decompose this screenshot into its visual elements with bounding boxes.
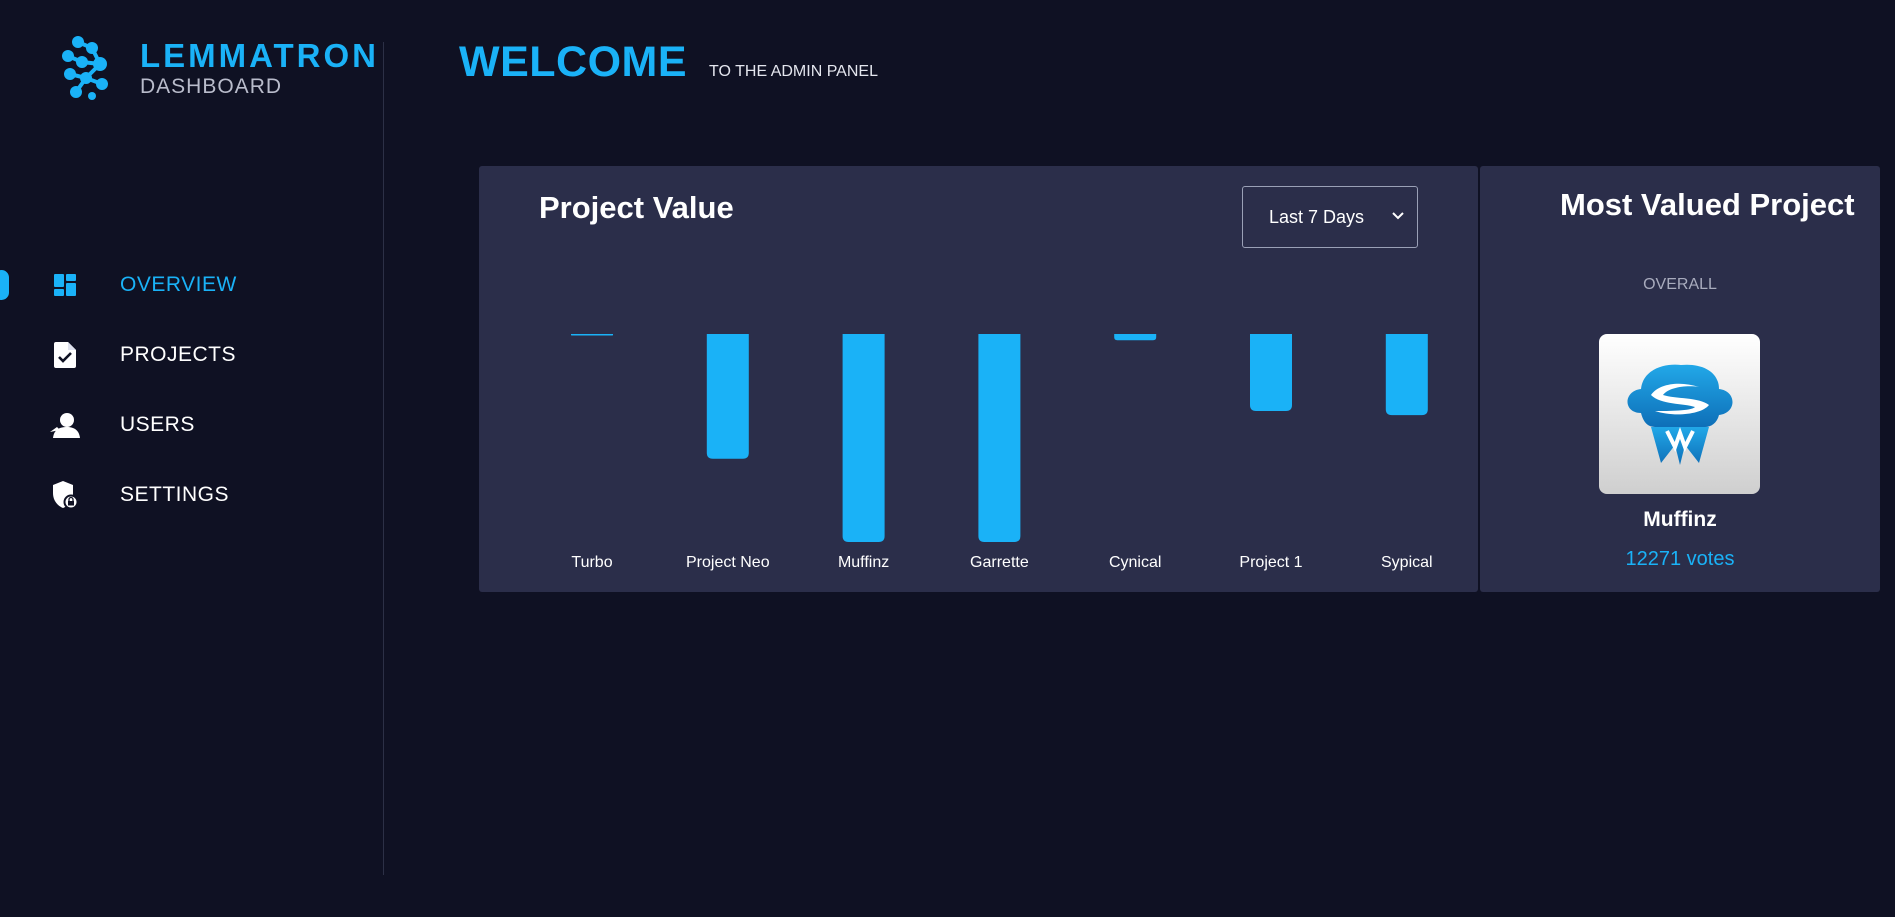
sidebar-item-label: SETTINGS [120,483,230,506]
sidebar-item-label: PROJECTS [120,343,237,366]
document-check-icon [50,340,80,370]
page-subtitle: TO THE ADMIN PANEL [709,63,878,80]
chart-bar[interactable] [842,334,885,542]
muffinz-logo-icon [1627,364,1732,465]
chart-bar[interactable] [1385,334,1428,416]
most-valued-card: Most Valued Project OVERALL Muffinz 1227… [1480,166,1880,592]
chart-tick-label: Cynical [1109,554,1161,571]
sidebar-item-settings[interactable]: SETTINGS [0,460,380,530]
most-valued-votes: 12271 votes [1625,548,1735,570]
sidebar-nav: OVERVIEW PROJECTS USERS SETTINGS [0,250,380,530]
brand-name: LEMMATRON [140,37,380,74]
chart-tick-label: Sypical [1381,554,1433,571]
chart-tick-label: Turbo [571,554,612,571]
chart-bar[interactable] [571,334,613,336]
active-indicator [0,270,9,300]
chart-tick-label: Project 1 [1239,554,1302,571]
project-value-chart: Turbo Project Neo Muffinz Garrette Cynical Pr… [571,334,1433,571]
chart-bar[interactable] [706,334,749,459]
brand[interactable]: LEMMATRON DASHBOARD [58,36,379,100]
lemmatron-logo-icon [62,36,108,100]
chart-tick-label: Muffinz [838,554,889,571]
sidebar-item-overview[interactable]: OVERVIEW [0,250,380,320]
chart-tick-label: Project Neo [686,554,770,571]
user-icon [50,410,80,440]
project-logo[interactable] [1599,334,1760,494]
shield-lock-icon [50,480,80,510]
sidebar-item-label: OVERVIEW [120,273,237,296]
page-header: WELCOME TO THE ADMIN PANEL [459,38,878,87]
sidebar: LEMMATRON DASHBOARD OVERVIEW PROJECTS US… [0,0,384,917]
sidebar-item-users[interactable]: USERS [0,390,380,460]
most-valued-subtitle: OVERALL [1643,276,1717,293]
chart-bar[interactable] [1250,334,1292,411]
dashboard-icon [50,270,80,300]
brand-subtitle: DASHBOARD [140,75,283,98]
sidebar-item-projects[interactable]: PROJECTS [0,320,380,390]
sidebar-item-label: USERS [120,413,195,436]
chart-bar[interactable] [978,334,1021,542]
chart-bar[interactable] [1114,334,1157,341]
most-valued-name: Muffinz [1643,508,1717,531]
sidebar-divider [383,42,384,875]
project-value-card: Project Value Last 7 Days Turbo Project N… [479,166,1478,592]
chart-tick-label: Garrette [970,554,1029,571]
most-valued-title: Most Valued Project [1560,187,1855,222]
page-title: WELCOME [459,38,688,86]
